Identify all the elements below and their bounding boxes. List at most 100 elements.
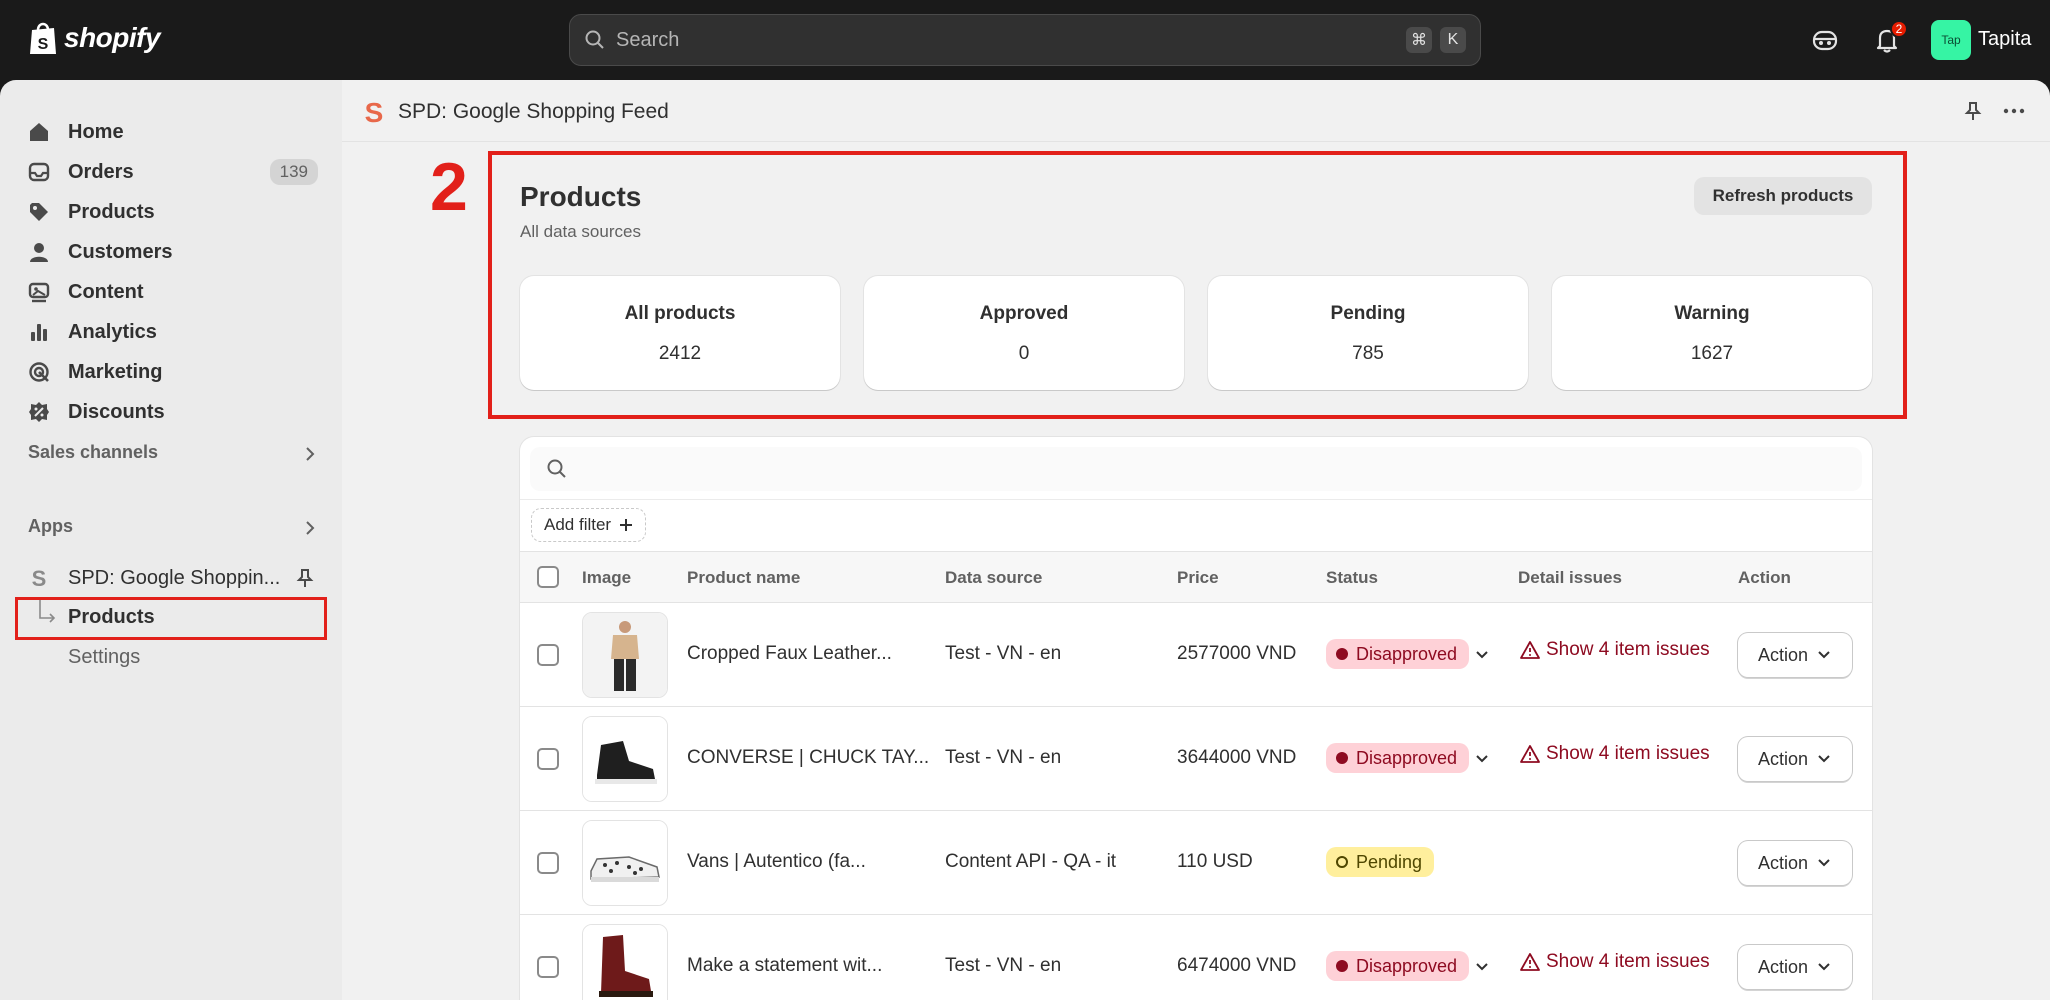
column-detail-issues[interactable]: Detail issues bbox=[1518, 568, 1622, 588]
product-thumbnail bbox=[582, 820, 668, 906]
sidebar-subitem-settings[interactable]: Settings bbox=[68, 646, 140, 669]
avatar[interactable]: Tap bbox=[1931, 20, 1971, 60]
target-icon bbox=[29, 362, 49, 382]
apps-label[interactable]: Apps bbox=[28, 516, 73, 537]
action-button[interactable]: Action bbox=[1738, 945, 1852, 989]
shopify-logo[interactable]: S shopify bbox=[28, 20, 161, 56]
chevron-right-icon[interactable] bbox=[300, 518, 320, 538]
product-name[interactable]: Vans | Autentico (fa... bbox=[687, 851, 866, 873]
column-image[interactable]: Image bbox=[582, 568, 631, 588]
products-table-card: Add filter Image Product name Data sourc… bbox=[520, 437, 1872, 1000]
select-all-checkbox[interactable] bbox=[537, 566, 559, 588]
column-data-source[interactable]: Data source bbox=[945, 568, 1042, 588]
table-row[interactable]: CONVERSE | CHUCK TAY... Test - VN - en 3… bbox=[520, 707, 1872, 811]
action-button[interactable]: Action bbox=[1738, 633, 1852, 677]
status-badge: Disapproved bbox=[1326, 639, 1470, 669]
content-icon bbox=[28, 282, 50, 303]
row-checkbox[interactable] bbox=[537, 956, 559, 978]
column-action[interactable]: Action bbox=[1738, 568, 1791, 588]
product-name[interactable]: Make a statement wit... bbox=[687, 955, 882, 977]
product-name[interactable]: CONVERSE | CHUCK TAY... bbox=[687, 747, 929, 769]
status-label: Disapproved bbox=[1356, 643, 1458, 664]
product-thumbnail bbox=[582, 924, 668, 1000]
column-price[interactable]: Price bbox=[1177, 568, 1219, 588]
chevron-down-icon bbox=[1818, 963, 1830, 971]
app-header: S SPD: Google Shopping Feed bbox=[342, 80, 2050, 142]
sidebar-item-customers[interactable]: Customers bbox=[28, 234, 318, 270]
warning-icon bbox=[1520, 641, 1540, 659]
page-title: Products bbox=[520, 181, 642, 212]
table-row[interactable]: Make a statement wit... Test - VN - en 6… bbox=[520, 915, 1872, 1000]
highlight-box-1 bbox=[15, 597, 327, 640]
stat-card-all-products[interactable]: All products 2412 bbox=[520, 276, 840, 390]
discount-icon bbox=[29, 402, 49, 422]
show-issues-link[interactable]: Show 4 item issues bbox=[1520, 743, 1710, 765]
action-label: Action bbox=[1757, 644, 1809, 665]
svg-text:S: S bbox=[365, 98, 384, 126]
stat-card-warning[interactable]: Warning 1627 bbox=[1552, 276, 1872, 390]
table-row[interactable]: Cropped Faux Leather... Test - VN - en 2… bbox=[520, 603, 1872, 707]
orders-count-badge: 139 bbox=[269, 159, 318, 185]
sales-channels-label[interactable]: Sales channels bbox=[28, 442, 158, 463]
tag-icon bbox=[30, 203, 48, 221]
stat-label: Approved bbox=[979, 303, 1069, 324]
status-badge: Pending bbox=[1326, 847, 1435, 877]
stat-value: 2412 bbox=[658, 343, 702, 364]
column-status[interactable]: Status bbox=[1326, 568, 1378, 588]
search-icon bbox=[547, 459, 566, 478]
show-issues-link[interactable]: Show 4 item issues bbox=[1520, 639, 1710, 661]
sidebar-item-home[interactable]: Home bbox=[28, 114, 318, 150]
action-button[interactable]: Action bbox=[1738, 841, 1852, 885]
row-checkbox[interactable] bbox=[537, 644, 559, 666]
price: 6474000 VND bbox=[1177, 955, 1297, 976]
chevron-right-icon[interactable] bbox=[300, 444, 320, 464]
sidebar-item-orders[interactable]: Orders 139 bbox=[28, 154, 318, 190]
issues-label: Show 4 item issues bbox=[1546, 743, 1710, 764]
table-search-input[interactable] bbox=[530, 447, 1862, 491]
sidebar-item-products[interactable]: Products bbox=[28, 194, 318, 230]
marker-2: 2 bbox=[430, 149, 468, 225]
more-options-icon[interactable] bbox=[2002, 100, 2026, 122]
issues-label: Show 4 item issues bbox=[1546, 951, 1710, 972]
table-header: Image Product name Data source Price Sta… bbox=[520, 551, 1872, 603]
pin-icon[interactable] bbox=[1962, 100, 1984, 122]
bar-chart-icon bbox=[31, 324, 47, 341]
product-thumbnail bbox=[582, 612, 668, 698]
red-boot-image bbox=[583, 925, 667, 1000]
sidebar-item-content[interactable]: Content bbox=[28, 274, 318, 310]
product-name[interactable]: Cropped Faux Leather... bbox=[687, 643, 892, 665]
table-row[interactable]: Vans | Autentico (fa... Content API - QA… bbox=[520, 811, 1872, 915]
row-checkbox[interactable] bbox=[537, 748, 559, 770]
show-issues-link[interactable]: Show 4 item issues bbox=[1520, 951, 1710, 973]
app-title: SPD: Google Shopping Feed bbox=[398, 100, 669, 123]
sidebar-item-marketing[interactable]: Marketing bbox=[28, 354, 318, 390]
sidebar-item-app[interactable]: S SPD: Google Shoppin... bbox=[28, 560, 318, 596]
add-filter-button[interactable]: Add filter bbox=[531, 508, 647, 542]
column-product-name[interactable]: Product name bbox=[687, 568, 800, 588]
chevron-down-icon[interactable] bbox=[1472, 645, 1492, 665]
stat-value: 0 bbox=[1018, 343, 1030, 364]
sidekick-icon[interactable] bbox=[1809, 24, 1841, 56]
stat-value: 1627 bbox=[1690, 343, 1734, 364]
sidebar-item-label: Customers bbox=[68, 240, 173, 263]
pin-icon[interactable] bbox=[294, 567, 316, 589]
app-logo-icon: S bbox=[365, 98, 384, 126]
price: 2577000 VND bbox=[1177, 643, 1297, 664]
user-name[interactable]: Tapita bbox=[1978, 28, 2031, 51]
sidebar-item-discounts[interactable]: Discounts bbox=[28, 394, 318, 430]
action-label: Action bbox=[1757, 956, 1809, 977]
patterned-sneaker-image bbox=[583, 821, 667, 905]
sidebar-item-analytics[interactable]: Analytics bbox=[28, 314, 318, 350]
refresh-products-button[interactable]: Refresh products bbox=[1694, 177, 1872, 215]
status-dot bbox=[1336, 960, 1348, 972]
stat-card-approved[interactable]: Approved 0 bbox=[864, 276, 1184, 390]
stat-card-pending[interactable]: Pending 785 bbox=[1208, 276, 1528, 390]
row-checkbox[interactable] bbox=[537, 852, 559, 874]
status-label: Disapproved bbox=[1356, 747, 1458, 768]
status-badge: Disapproved bbox=[1326, 743, 1470, 773]
action-button[interactable]: Action bbox=[1738, 737, 1852, 781]
chevron-down-icon[interactable] bbox=[1472, 749, 1492, 769]
global-search[interactable]: Search ⌘ K bbox=[569, 14, 1481, 66]
chevron-down-icon[interactable] bbox=[1472, 957, 1492, 977]
filter-row: Add filter bbox=[520, 499, 1872, 551]
